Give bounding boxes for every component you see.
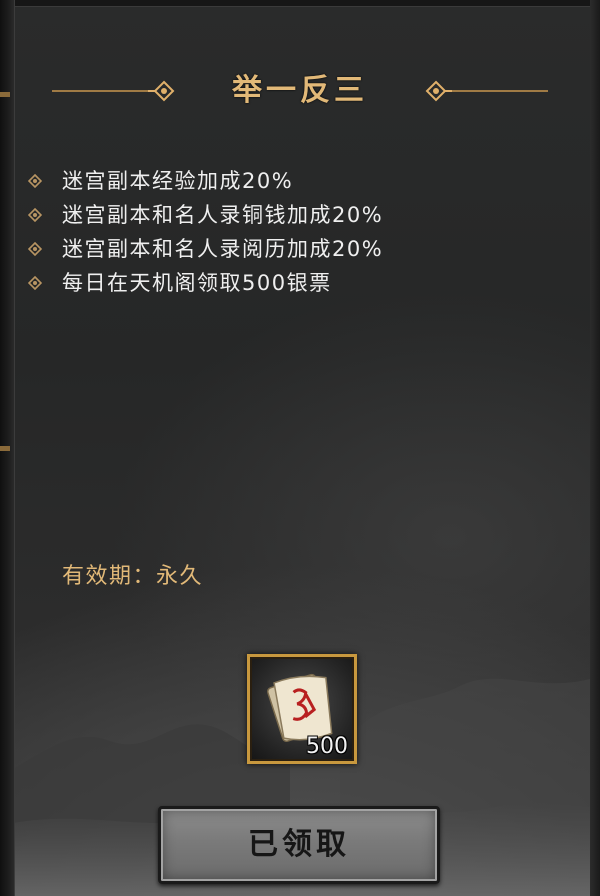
panel-top-border — [14, 0, 600, 7]
panel-right-edge — [590, 0, 600, 896]
vip-privilege-panel: 举一反三 迷宫副本经验加成20% 迷宫副本和名人录铜钱加成20% 迷宫副本和名人… — [0, 0, 600, 896]
diamond-bullet-icon — [28, 174, 42, 188]
list-item: 迷宫副本和名人录阅历加成20% — [26, 232, 383, 266]
title-row: 举一反三 — [40, 66, 560, 116]
title-ornament-right-icon — [425, 80, 548, 102]
diamond-bullet-icon — [28, 208, 42, 222]
benefit-list: 迷宫副本经验加成20% 迷宫副本和名人录铜钱加成20% 迷宫副本和名人录阅历加成… — [26, 164, 383, 300]
reward-item-slot[interactable]: 500 — [247, 654, 357, 764]
benefit-text: 迷宫副本和名人录铜钱加成20% — [62, 203, 384, 227]
validity-label: 有效期：永久 — [62, 564, 204, 589]
diamond-bullet-icon — [28, 242, 42, 256]
list-item: 每日在天机阁领取500银票 — [26, 266, 383, 300]
benefit-text: 迷宫副本和名人录阅历加成20% — [62, 237, 384, 261]
claimed-button-label: 已领取 — [248, 827, 350, 862]
item-count: 500 — [306, 734, 348, 759]
panel-left-edge — [0, 0, 15, 896]
claimed-button[interactable]: 已领取 — [158, 806, 440, 884]
list-item: 迷宫副本经验加成20% — [26, 164, 383, 198]
benefit-text: 迷宫副本经验加成20% — [62, 169, 294, 193]
list-item: 迷宫副本和名人录铜钱加成20% — [26, 198, 383, 232]
benefit-text: 每日在天机阁领取500银票 — [62, 271, 332, 295]
diamond-bullet-icon — [28, 276, 42, 290]
